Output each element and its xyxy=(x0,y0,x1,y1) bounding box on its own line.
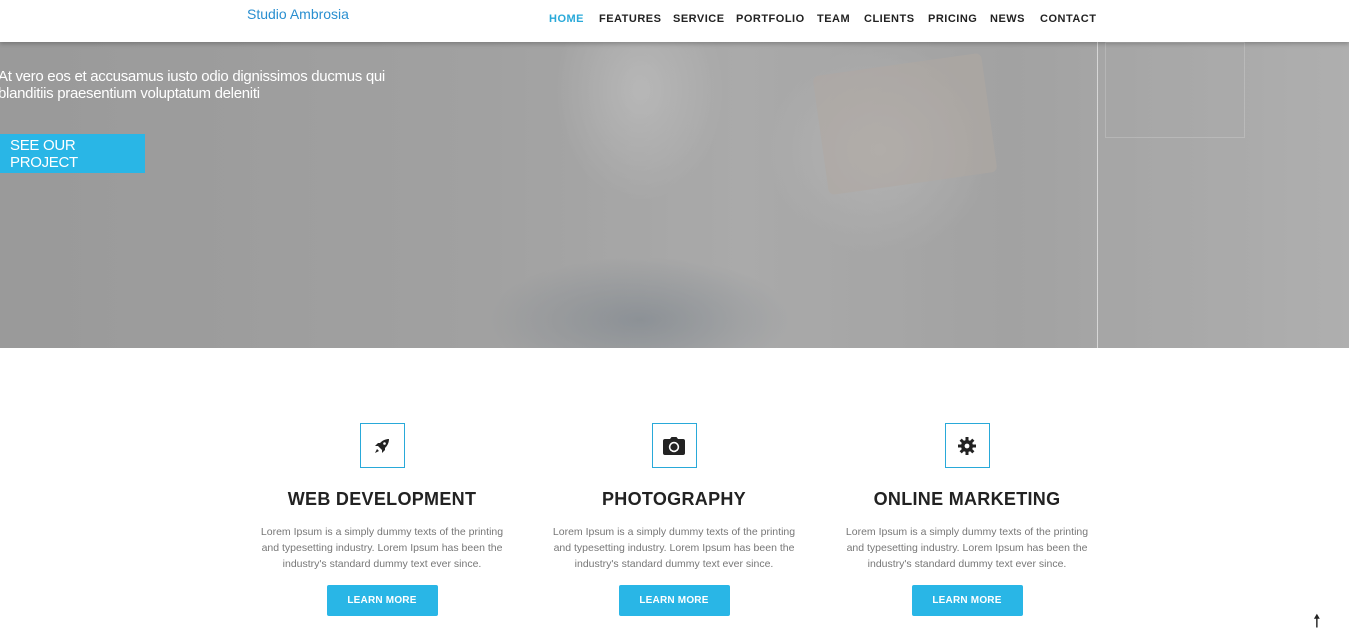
hero-section: At vero eos et accusamus iusto odio dign… xyxy=(0,0,1349,348)
service-card-web-development: WEB DEVELOPMENT Lorem Ipsum is a simply … xyxy=(242,423,522,616)
service-card-online-marketing: ONLINE MARKETING Lorem Ipsum is a simply… xyxy=(827,423,1107,616)
service-description: Lorem Ipsum is a simply dummy texts of t… xyxy=(845,526,1089,570)
nav-item-portfolio[interactable]: PORTFOLIO xyxy=(736,13,805,25)
hero-overlay xyxy=(0,0,1349,348)
nav-item-news[interactable]: NEWS xyxy=(990,13,1025,25)
service-description: Lorem Ipsum is a simply dummy texts of t… xyxy=(552,526,796,570)
service-title: ONLINE MARKETING xyxy=(873,489,1061,509)
service-icon-box xyxy=(651,423,697,468)
hero-text-line-2: blanditiis praesentium voluptatum deleni… xyxy=(0,85,260,102)
nav-item-team[interactable]: TEAM xyxy=(817,13,850,25)
service-icon-box xyxy=(944,423,990,468)
site-header: Studio Ambrosia HOME FEATURES SERVICE PO… xyxy=(0,0,1349,42)
camera-icon xyxy=(663,436,685,455)
nav-item-pricing[interactable]: PRICING xyxy=(928,13,977,25)
nav-item-contact[interactable]: CONTACT xyxy=(1040,13,1096,25)
hero-text-line-1: At vero eos et accusamus iusto odio dign… xyxy=(0,68,385,85)
learn-more-button[interactable]: LEARN MORE xyxy=(326,585,438,616)
learn-more-button[interactable]: LEARN MORE xyxy=(911,585,1023,616)
service-card-photography: PHOTOGRAPHY Lorem Ipsum is a simply dumm… xyxy=(534,423,814,616)
gear-icon xyxy=(958,436,976,455)
rocket-icon xyxy=(375,438,389,453)
see-our-project-button[interactable]: SEE OUR PROJECT xyxy=(0,134,145,173)
nav-item-service[interactable]: SERVICE xyxy=(673,13,725,25)
service-description: Lorem Ipsum is a simply dummy texts of t… xyxy=(260,526,504,570)
hero-divider xyxy=(1097,42,1098,348)
learn-more-button[interactable]: LEARN MORE xyxy=(618,585,730,616)
nav-item-features[interactable]: FEATURES xyxy=(599,13,661,25)
service-title: WEB DEVELOPMENT xyxy=(287,489,477,509)
hero-text: At vero eos et accusamus iusto odio dign… xyxy=(0,68,420,102)
service-icon-box xyxy=(359,423,405,468)
arrow-up-icon[interactable]: 🠕 xyxy=(1313,612,1321,632)
nav-item-clients[interactable]: CLIENTS xyxy=(864,13,915,25)
brand-logo[interactable]: Studio Ambrosia xyxy=(247,6,349,22)
service-title: PHOTOGRAPHY xyxy=(602,489,746,509)
nav-item-home[interactable]: HOME xyxy=(549,13,584,25)
